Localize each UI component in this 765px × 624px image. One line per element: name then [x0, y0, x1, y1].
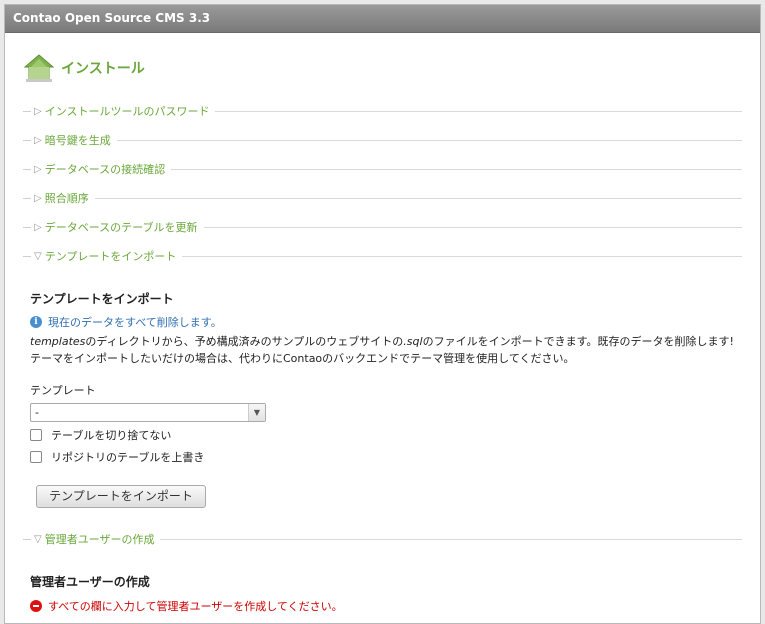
window-title: Contao Open Source CMS 3.3 [5, 5, 760, 33]
expand-triangle-icon: ▷ [34, 163, 42, 175]
expand-triangle-icon: ▷ [34, 221, 42, 233]
section-install-password[interactable]: ▷ インストールツールのパスワード [23, 104, 742, 118]
truncate-checkbox[interactable] [30, 429, 42, 441]
overwrite-checkbox-row[interactable]: リポジトリのテーブルを上書き [30, 449, 740, 465]
desc-line2: テーマをインポートしたいだけの場合は、代わりにContaoのバックエンドでテーマ… [30, 352, 575, 365]
install-house-icon [23, 54, 55, 82]
admin-form-title: 管理者ユーザーの作成 [30, 575, 150, 589]
section-label[interactable]: データベースのテーブルを更新 [45, 219, 198, 235]
info-icon: i [30, 316, 42, 328]
template-select-value: - [35, 406, 39, 419]
error-text: すべての欄に入力して管理者ユーザーを作成してください。 [48, 600, 343, 613]
section-create-admin[interactable]: ▽ 管理者ユーザーの作成 [23, 532, 742, 546]
import-form-title: テンプレートをインポート [30, 292, 174, 306]
collapse-triangle-icon: ▽ [34, 250, 42, 262]
section-label[interactable]: インストールツールのパスワード [45, 103, 210, 119]
section-label[interactable]: データベースの接続確認 [45, 161, 165, 177]
expand-triangle-icon: ▷ [34, 134, 42, 146]
section-collation[interactable]: ▷ 照合順序 [23, 191, 742, 205]
section-label[interactable]: 照合順序 [45, 190, 89, 206]
overwrite-checkbox-label[interactable]: リポジトリのテーブルを上書き [51, 449, 204, 465]
error-message: すべての欄に入力して管理者ユーザーを作成してください。 [30, 598, 740, 614]
section-encryption-key[interactable]: ▷ 暗号鍵を生成 [23, 133, 742, 147]
section-database-connection[interactable]: ▷ データベースの接続確認 [23, 162, 742, 176]
section-update-tables[interactable]: ▷ データベースのテーブルを更新 [23, 220, 742, 234]
collapse-triangle-icon: ▽ [34, 533, 42, 545]
section-label[interactable]: 暗号鍵を生成 [45, 132, 111, 148]
expand-triangle-icon: ▷ [34, 192, 42, 204]
section-import-template[interactable]: ▽ テンプレートをインポート [23, 249, 742, 263]
admin-user-form: 管理者ユーザーの作成 すべての欄に入力して管理者ユーザーを作成してください。 [30, 573, 740, 614]
truncate-checkbox-label[interactable]: テーブルを切り捨てない [51, 427, 171, 443]
error-icon [30, 600, 42, 612]
template-label: テンプレート [30, 384, 96, 397]
info-message: i 現在のデータをすべて削除します。 [30, 314, 740, 330]
import-template-form: テンプレートをインポート i 現在のデータをすべて削除します。 template… [30, 290, 740, 508]
template-select[interactable]: - ▼ [30, 403, 266, 422]
info-text: 現在のデータをすべて削除します。 [48, 316, 222, 329]
page-title: インストール [61, 61, 145, 77]
desc-templates-dir: templates [30, 335, 86, 348]
page-heading: インストール [23, 53, 145, 83]
truncate-checkbox-row[interactable]: テーブルを切り捨てない [30, 427, 740, 443]
chevron-down-icon: ▼ [248, 404, 265, 421]
section-label[interactable]: テンプレートをインポート [45, 248, 177, 264]
overwrite-checkbox[interactable] [30, 451, 42, 463]
import-template-button[interactable]: テンプレートをインポート [36, 485, 206, 508]
import-description: templatesのディレクトリから、予め構成済みのサンプルのウェブサイトの.s… [30, 335, 734, 365]
install-window: Contao Open Source CMS 3.3 インストール ▷ インスト… [4, 4, 761, 624]
section-label[interactable]: 管理者ユーザーの作成 [45, 531, 155, 547]
expand-triangle-icon: ▷ [34, 105, 42, 117]
